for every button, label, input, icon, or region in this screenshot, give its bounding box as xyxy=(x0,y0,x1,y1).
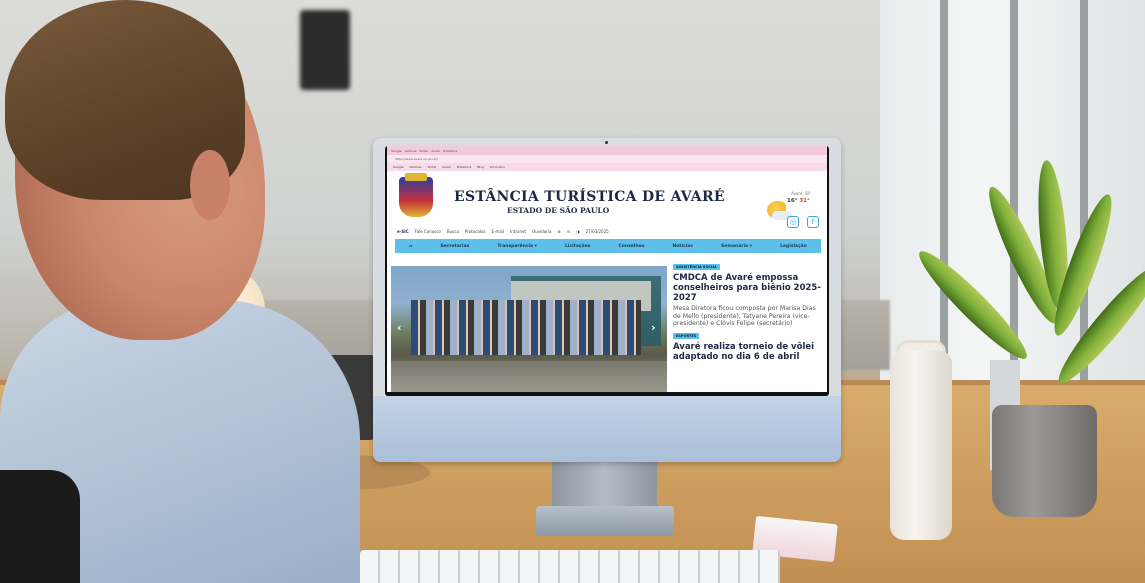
camera xyxy=(605,141,608,144)
date-label: 27/03/2025 xyxy=(585,228,609,234)
keyboard xyxy=(360,550,780,583)
esic-link[interactable]: e-SIC xyxy=(397,229,409,234)
nav-item-conselhos[interactable]: Conselhos xyxy=(618,244,644,249)
site-title[interactable]: ESTÂNCIA TURÍSTICA DE AVARÉ xyxy=(454,189,725,205)
nav-item-transparencia[interactable]: Transparência ▾ xyxy=(497,244,537,249)
temp-low: 16° xyxy=(787,198,798,204)
monitor-chin xyxy=(373,396,841,462)
bookmarks-bar: Google Notícias Portal Avaré Prefeitura … xyxy=(387,163,827,171)
bookmark-item[interactable]: Dicionário xyxy=(490,165,505,169)
hero-carousel-image[interactable]: ‹ › xyxy=(391,266,667,392)
chevron-left-icon[interactable]: ‹ xyxy=(397,321,407,335)
intranet-link[interactable]: Intranet xyxy=(510,229,526,234)
nav-item-legislacao[interactable]: Legislação xyxy=(780,244,807,249)
address-bar[interactable]: https://www.avare.sp.gov.br/ xyxy=(387,155,827,163)
busca-link[interactable]: Busca xyxy=(447,229,459,234)
bookmark-item[interactable]: Portal xyxy=(428,165,437,169)
water-bottle xyxy=(890,350,952,540)
fale-conosco-link[interactable]: Fale Conosco xyxy=(415,229,441,234)
news-summary: Mesa Diretora ficou composta por Marisa … xyxy=(673,305,816,327)
bookmark-item[interactable]: Notícias xyxy=(410,165,422,169)
bookmark-item[interactable]: Prefeitura xyxy=(457,165,472,169)
office-scene: Google Notícias Portal Avaré Prefeitura … xyxy=(0,0,1145,583)
chevron-right-icon[interactable]: › xyxy=(651,321,661,335)
nav-item-noticias[interactable]: Notícias xyxy=(672,244,692,249)
protocolos-link[interactable]: Protocolos xyxy=(465,229,486,234)
nav-item-semanario[interactable]: Semanário ▾ xyxy=(721,244,752,249)
home-icon[interactable]: ⌂ xyxy=(409,244,412,249)
ouvidoria-link[interactable]: Ouvidoria xyxy=(532,229,551,234)
tab-label[interactable]: Google xyxy=(391,149,402,153)
email-link[interactable]: E-mail xyxy=(492,229,505,234)
person-ear xyxy=(190,150,230,220)
browser-screen: Google Notícias Portal Avaré Prefeitura … xyxy=(387,146,827,392)
ground xyxy=(391,361,667,392)
city-crest-logo[interactable] xyxy=(399,177,433,217)
bookmark-item[interactable]: Avaré xyxy=(442,165,451,169)
group-photo xyxy=(411,300,641,355)
zoom-in-icon[interactable]: ⊕ xyxy=(557,229,560,234)
utility-toolbar: e-SIC Fale Conosco Busca Protocolos E-ma… xyxy=(387,225,827,237)
bookmark-item[interactable]: Blog xyxy=(477,165,484,169)
address-text[interactable]: https://www.avare.sp.gov.br/ xyxy=(395,157,438,161)
nav-item-licitacoes[interactable]: Licitações xyxy=(565,244,590,249)
news-headline[interactable]: Avaré realiza torneio de vôlei adaptado … xyxy=(673,342,823,362)
weather-temperature: 16° 31° xyxy=(787,198,810,204)
browser-tab-strip: Google Notícias Portal Avaré Prefeitura xyxy=(387,146,827,155)
contrast-icon[interactable]: ◑ xyxy=(576,229,580,234)
tab-label[interactable]: Prefeitura xyxy=(443,149,458,153)
nav-item-secretarias[interactable]: Secretarias xyxy=(440,244,469,249)
news-headline[interactable]: CMDCA de Avaré empossa conselheiros para… xyxy=(673,273,823,303)
site-subtitle: ESTADO DE SÃO PAULO xyxy=(507,206,610,215)
news-tag[interactable]: ESPORTES xyxy=(673,332,700,339)
ceiling-lamp xyxy=(300,10,350,90)
news-tag[interactable]: ASSISTÊNCIA SOCIAL xyxy=(673,264,721,270)
crest-crown xyxy=(405,173,427,181)
chair xyxy=(0,470,80,583)
weather-city: Avaré, SP xyxy=(791,191,810,196)
tab-label[interactable]: Portal xyxy=(420,149,429,153)
bookmark-item[interactable]: Google xyxy=(393,165,404,169)
zoom-out-icon[interactable]: ⊖ xyxy=(567,229,570,234)
tab-label[interactable]: Notícias xyxy=(405,149,417,153)
temp-high: 31° xyxy=(799,198,810,204)
monitor-foot xyxy=(536,506,674,536)
plant-pot xyxy=(992,405,1097,517)
tab-label[interactable]: Avaré xyxy=(431,149,440,153)
main-nav: ⌂ Secretarias Transparência ▾ Licitações… xyxy=(395,239,821,253)
site-header: ESTÂNCIA TURÍSTICA DE AVARÉ ESTADO DE SÃ… xyxy=(387,171,827,225)
news-sidebar: ASSISTÊNCIA SOCIAL CMDCA de Avaré emposs… xyxy=(673,264,823,392)
